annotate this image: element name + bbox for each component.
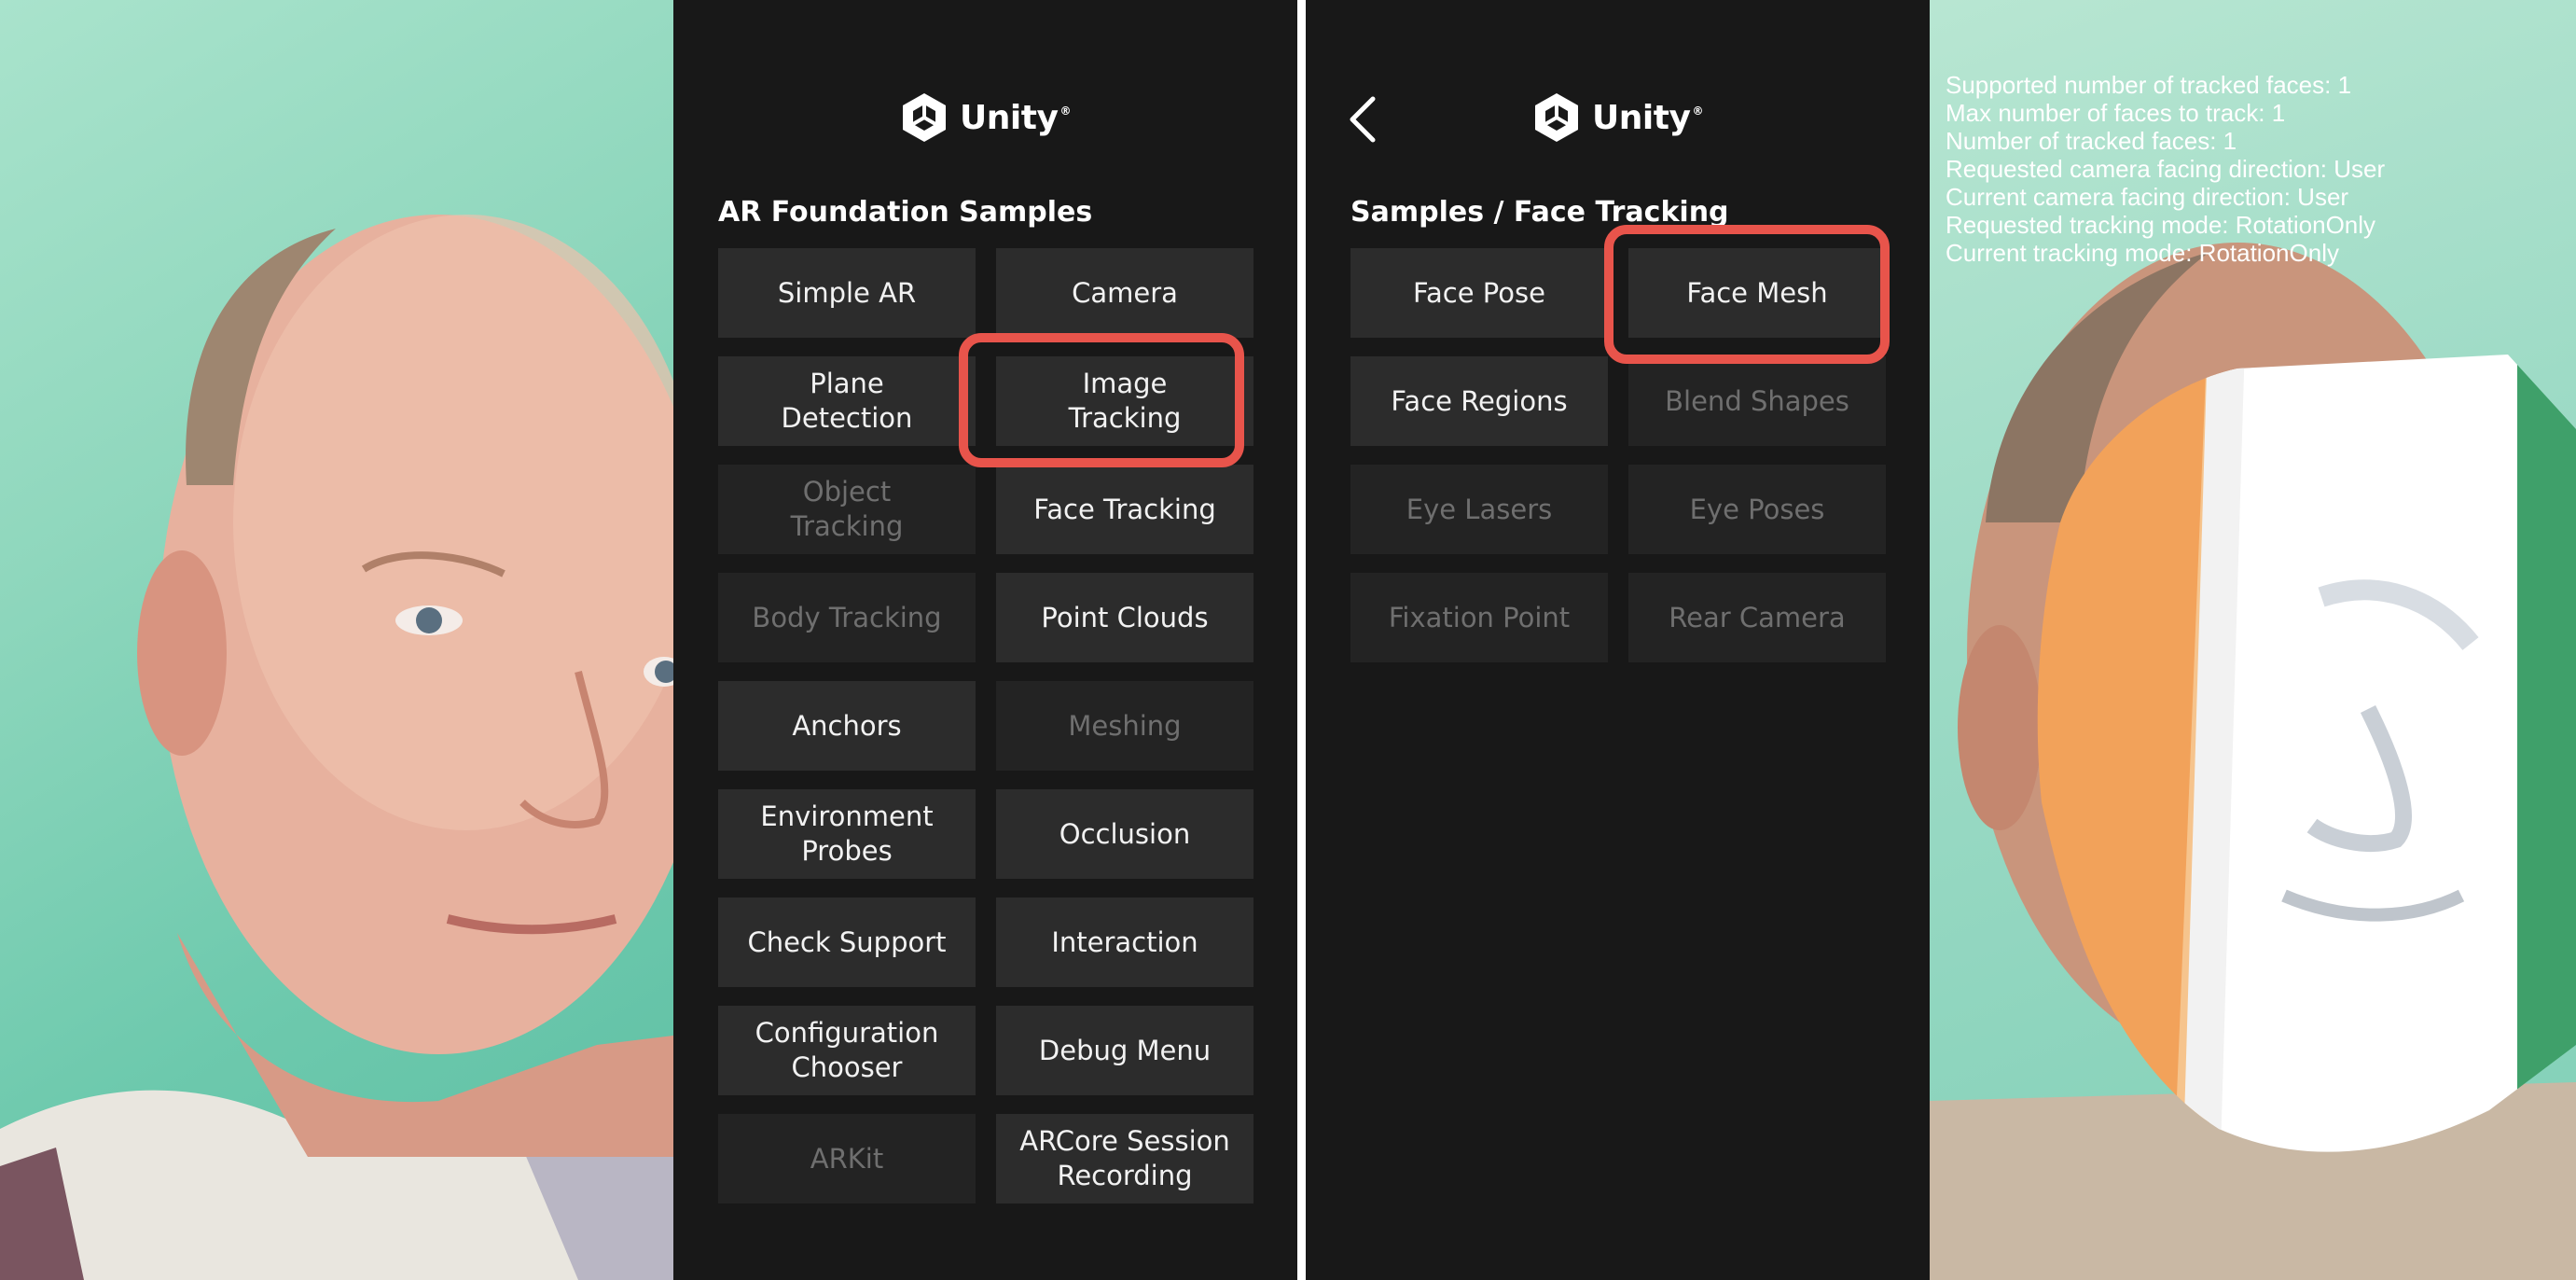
camera-button[interactable]: Camera <box>996 248 1253 338</box>
occlusion-button[interactable]: Occlusion <box>996 789 1253 879</box>
face-blend-shapes-button: Blend Shapes <box>1628 356 1886 446</box>
face-info-line: Supported number of tracked faces: 1 <box>1946 71 2352 99</box>
face-info-line: Current camera facing direction: User <box>1946 183 2349 211</box>
face-tracking-menu-screen: Unity ® Samples / Face Tracking Face Pose… <box>1306 0 1930 1280</box>
unity-cube-icon <box>1535 93 1579 142</box>
face-rear-camera-button: Rear Camera <box>1628 573 1886 662</box>
arcore-session-recording-button[interactable]: ARCore Session Recording <box>996 1114 1253 1203</box>
face-info-line: Requested camera facing direction: User <box>1946 155 2386 183</box>
point-clouds-button[interactable]: Point Clouds <box>996 573 1253 662</box>
face-photo-illustration <box>0 215 673 1280</box>
environment-probes-button[interactable]: Environment Probes <box>718 789 976 879</box>
main-menu-screen: Unity ® AR Foundation Samples Simple AR Ca… <box>673 0 1297 1280</box>
simple-ar-button[interactable]: Simple AR <box>718 248 976 338</box>
face-info-line: Number of tracked faces: 1 <box>1946 127 2237 155</box>
menu-title: Samples / Face Tracking <box>1350 196 1729 229</box>
unity-logo: Unity ® <box>673 90 1297 146</box>
object-tracking-button: Object Tracking <box>718 465 976 554</box>
face-face-regions-button[interactable]: Face Regions <box>1350 356 1608 446</box>
face-info-line: Current tracking mode: RotationOnly <box>1946 239 2339 267</box>
face-sample-buttons-grid: Face Pose Face Mesh Face Regions Blend Shap… <box>1350 248 1888 662</box>
face-fixation-point-button: Fixation Point <box>1350 573 1608 662</box>
anchors-button[interactable]: Anchors <box>718 681 976 771</box>
debug-menu-button[interactable]: Debug Menu <box>996 1006 1253 1095</box>
face-tracking-button[interactable]: Face Tracking <box>996 465 1253 554</box>
unity-cube-icon <box>903 93 947 142</box>
meshing-button: Meshing <box>996 681 1253 771</box>
plane-detection-button[interactable]: Plane Detection <box>718 356 976 446</box>
face-eye-poses-button: Eye Poses <box>1628 465 1886 554</box>
interaction-button[interactable]: Interaction <box>996 897 1253 987</box>
face-face-pose-button[interactable]: Face Pose <box>1350 248 1608 338</box>
arkit-button: ARKit <box>718 1114 976 1203</box>
camera-photo-left <box>0 0 673 1280</box>
face-info-line: Max number of faces to track: 1 <box>1946 99 2286 127</box>
body-tracking-button: Body Tracking <box>718 573 976 662</box>
face-eye-lasers-button: Eye Lasers <box>1350 465 1608 554</box>
face-info-line: Requested tracking mode: RotationOnly <box>1946 211 2376 239</box>
face-face-mesh-button[interactable]: Face Mesh <box>1628 248 1886 338</box>
unity-wordmark: Unity ® <box>1592 98 1703 137</box>
unity-wordmark: Unity ® <box>960 98 1071 137</box>
menu-title: AR Foundation Samples <box>718 196 1093 229</box>
panel-divider <box>1297 0 1306 1280</box>
configuration-chooser-button[interactable]: Configuration Chooser <box>718 1006 976 1095</box>
face-tracking-info: Supported number of tracked faces: 1 Max … <box>1946 71 2385 267</box>
unity-logo: Unity ® <box>1306 90 1930 146</box>
sample-buttons-grid: Simple AR Camera Plane Detection Image Trac… <box>718 248 1255 1203</box>
check-support-button[interactable]: Check Support <box>718 897 976 987</box>
image-tracking-button[interactable]: Image Tracking <box>996 356 1253 446</box>
